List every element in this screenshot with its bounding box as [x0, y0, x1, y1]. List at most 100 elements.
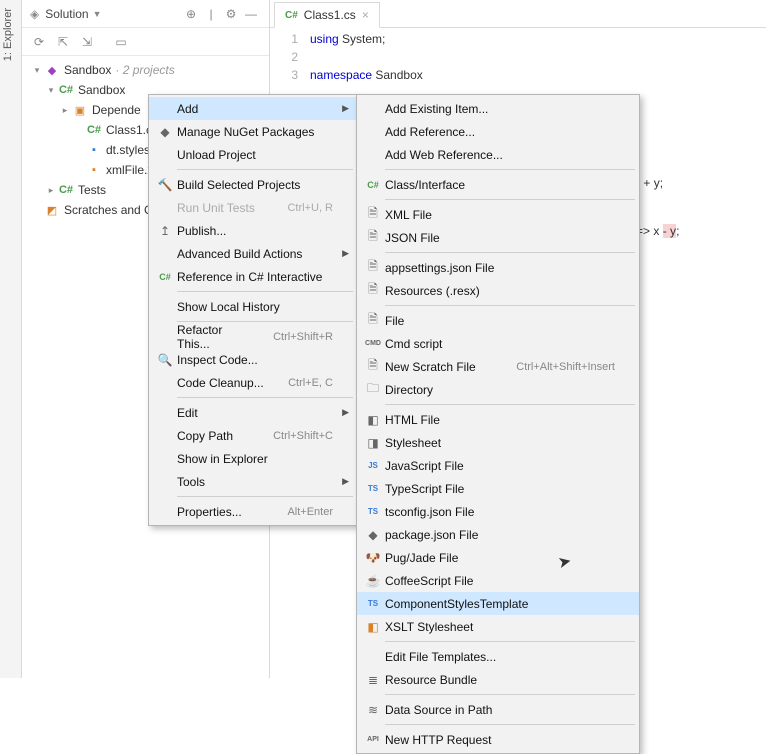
- dependencies-icon: ▣: [72, 102, 88, 118]
- menu-item[interactable]: ◆Manage NuGet Packages: [149, 120, 357, 143]
- csharp-icon: C#: [285, 10, 298, 21]
- menu-separator: [177, 169, 353, 170]
- menu-separator: [385, 641, 635, 642]
- menu-item-label: JavaScript File: [385, 459, 615, 473]
- menu-item[interactable]: 🗎XML File: [357, 203, 639, 226]
- menu-item[interactable]: Edit▶: [149, 401, 357, 424]
- menu-item[interactable]: 🔨Build Selected Projects: [149, 173, 357, 196]
- menu-item[interactable]: 🗎File: [357, 309, 639, 332]
- menu-separator: [385, 252, 635, 253]
- inspect-icon: 🔍: [153, 353, 177, 367]
- api-icon: API: [361, 736, 385, 743]
- menu-item[interactable]: TSComponentStylesTemplate: [357, 592, 639, 615]
- menu-item[interactable]: Tools▶: [149, 470, 357, 493]
- menu-item[interactable]: 🗎appsettings.json File: [357, 256, 639, 279]
- publish-icon: ↥: [153, 224, 177, 238]
- explorer-title[interactable]: Solution: [45, 7, 88, 21]
- ts-icon: TS: [361, 484, 385, 493]
- sync-icon[interactable]: ⟳: [28, 32, 50, 52]
- menu-item-label: Reference in C# Interactive: [177, 270, 333, 284]
- menu-separator: [177, 397, 353, 398]
- explorer-tab[interactable]: 1: Explorer: [0, 0, 16, 69]
- menu-item-label: Resource Bundle: [385, 673, 615, 687]
- chevron-down-icon[interactable]: ▾: [30, 65, 44, 76]
- menu-item[interactable]: 🗎JSON File: [357, 226, 639, 249]
- menu-item[interactable]: Show in Explorer: [149, 447, 357, 470]
- nuget-icon: ◆: [153, 125, 177, 139]
- target-icon[interactable]: ⊕: [181, 7, 201, 21]
- tree-label: xmlFile.x: [106, 163, 153, 177]
- menu-item[interactable]: Add Web Reference...: [357, 143, 639, 166]
- menu-item-label: Run Unit Tests: [177, 201, 269, 215]
- menu-item[interactable]: JSJavaScript File: [357, 454, 639, 477]
- menu-item-label: Edit File Templates...: [385, 650, 615, 664]
- menu-item[interactable]: Refactor This...Ctrl+Shift+R: [149, 325, 357, 348]
- chevron-down-icon[interactable]: ▾: [44, 85, 58, 96]
- menu-item[interactable]: 🐶Pug/Jade File: [357, 546, 639, 569]
- expand-icon[interactable]: ⇱: [52, 32, 74, 52]
- bundle-icon: ≣: [361, 673, 385, 687]
- menu-item[interactable]: C#Reference in C# Interactive: [149, 265, 357, 288]
- menu-item[interactable]: CMDCmd script: [357, 332, 639, 355]
- menu-item-label: Add: [177, 102, 333, 116]
- csharp-icon: C#: [86, 122, 102, 138]
- menu-separator: [385, 169, 635, 170]
- tree-root[interactable]: ▾ ◆ Sandbox · 2 projects: [22, 60, 269, 80]
- menu-item[interactable]: 🔍Inspect Code...: [149, 348, 357, 371]
- menu-item-label: Add Existing Item...: [385, 102, 615, 116]
- menu-item[interactable]: Add Reference...: [357, 120, 639, 143]
- tree-suffix: · 2 projects: [115, 63, 174, 77]
- menu-item[interactable]: Show Local History: [149, 295, 357, 318]
- hide-icon[interactable]: —: [241, 7, 261, 21]
- menu-item-label: Inspect Code...: [177, 353, 333, 367]
- menu-item-label: TypeScript File: [385, 482, 615, 496]
- scroll-icon[interactable]: ▭: [110, 32, 132, 52]
- menu-item[interactable]: Edit File Templates...: [357, 645, 639, 668]
- menu-item[interactable]: APINew HTTP Request: [357, 728, 639, 751]
- menu-item[interactable]: ≋Data Source in Path: [357, 698, 639, 721]
- menu-item[interactable]: TSTypeScript File: [357, 477, 639, 500]
- menu-item[interactable]: ◨Stylesheet: [357, 431, 639, 454]
- menu-item-label: Add Web Reference...: [385, 148, 615, 162]
- menu-item[interactable]: Add Existing Item...: [357, 97, 639, 120]
- side-tab-panel: 1: Explorer: [0, 0, 22, 678]
- menu-item: Run Unit TestsCtrl+U, R: [149, 196, 357, 219]
- menu-separator: [385, 199, 635, 200]
- menu-item-label: New HTTP Request: [385, 733, 615, 747]
- menu-separator: [385, 724, 635, 725]
- menu-item[interactable]: Properties...Alt+Enter: [149, 500, 357, 523]
- menu-item[interactable]: 🗀Directory: [357, 378, 639, 401]
- collapse-icon[interactable]: ⇲: [76, 32, 98, 52]
- code[interactable]: using System; namespace Sandbox: [310, 30, 766, 84]
- menu-item[interactable]: Add▶: [149, 97, 357, 120]
- menu-item[interactable]: ☕CoffeeScript File: [357, 569, 639, 592]
- menu-item[interactable]: ◧XSLT Stylesheet: [357, 615, 639, 638]
- menu-item[interactable]: ◧HTML File: [357, 408, 639, 431]
- menu-item[interactable]: Copy PathCtrl+Shift+C: [149, 424, 357, 447]
- menu-item[interactable]: ↥Publish...: [149, 219, 357, 242]
- menu-item[interactable]: Code Cleanup...Ctrl+E, C: [149, 371, 357, 394]
- chevron-right-icon[interactable]: ▸: [44, 185, 58, 196]
- menu-item-label: Show in Explorer: [177, 452, 333, 466]
- gear-icon[interactable]: ⚙: [221, 7, 241, 21]
- menu-item[interactable]: 🗎Resources (.resx): [357, 279, 639, 302]
- menu-item[interactable]: C#Class/Interface: [357, 173, 639, 196]
- menu-item[interactable]: TStsconfig.json File: [357, 500, 639, 523]
- shortcut: Ctrl+E, C: [288, 377, 333, 389]
- menu-item[interactable]: Advanced Build Actions▶: [149, 242, 357, 265]
- menu-item-label: Copy Path: [177, 429, 255, 443]
- menu-item[interactable]: ◆package.json File: [357, 523, 639, 546]
- close-icon[interactable]: ×: [362, 8, 369, 22]
- code-area[interactable]: 1 2 3 using System; namespace Sandbox: [270, 28, 766, 84]
- menu-item-label: Stylesheet: [385, 436, 615, 450]
- menu-item[interactable]: ≣Resource Bundle: [357, 668, 639, 691]
- menu-item-label: Show Local History: [177, 300, 333, 314]
- menu-item[interactable]: 🗎New Scratch FileCtrl+Alt+Shift+Insert: [357, 355, 639, 378]
- pug-icon: 🐶: [361, 551, 385, 565]
- chevron-down-icon[interactable]: ▼: [93, 9, 102, 19]
- editor-tab[interactable]: C# Class1.cs ×: [274, 2, 380, 28]
- menu-separator: [177, 291, 353, 292]
- file-icon: 🗎: [361, 280, 385, 301]
- menu-item[interactable]: Unload Project: [149, 143, 357, 166]
- chevron-right-icon[interactable]: ▸: [58, 105, 72, 116]
